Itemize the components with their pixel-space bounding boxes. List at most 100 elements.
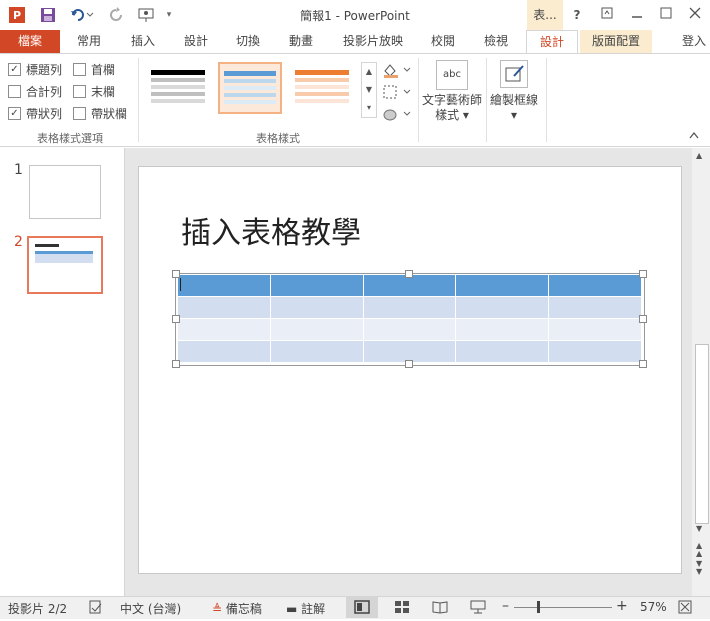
resize-handle[interactable] [639,315,647,323]
ribbon-display-options-icon[interactable] [596,6,618,24]
table-cell[interactable] [271,319,364,340]
table-cell[interactable] [271,297,364,318]
resize-handle[interactable] [405,270,413,278]
title-bar: P ▾ 簡報1 - PowerPoint 表... ? [0,0,710,30]
slide-thumbnail-1[interactable] [29,165,101,219]
table-cell[interactable] [271,341,364,362]
tab-view[interactable]: 檢視 [471,30,521,53]
table-cell[interactable] [456,319,550,340]
table-style-orange[interactable] [290,62,354,114]
table-cell[interactable] [178,341,271,362]
table-header-row[interactable] [178,275,641,297]
tab-table-layout[interactable]: 版面配置 [580,30,652,53]
zoom-out-icon[interactable]: – [502,598,509,614]
normal-view-icon[interactable] [346,597,378,618]
table-style-blue-selected[interactable] [218,62,282,114]
table-row[interactable] [178,341,641,362]
table-cell[interactable] [271,275,364,296]
help-button[interactable]: ? [566,6,588,24]
tab-home[interactable]: 常用 [64,30,114,53]
table-cell[interactable] [364,297,457,318]
slide-show-icon[interactable] [470,600,486,617]
checkbox-unchecked-icon [73,63,86,76]
zoom-slider[interactable] [514,607,612,608]
table-row[interactable] [178,319,641,341]
borders-icon[interactable] [382,84,412,100]
tab-review[interactable]: 校閱 [418,30,468,53]
tab-design[interactable]: 設計 [171,30,221,53]
table-cell[interactable] [178,297,271,318]
checkbox-last-column[interactable]: 末欄 [73,83,115,100]
table-cell[interactable] [178,319,271,340]
resize-handle[interactable] [639,270,647,278]
checkbox-unchecked-icon [73,107,86,120]
slide-thumbnail-2[interactable] [27,236,103,294]
close-icon[interactable] [684,6,706,24]
wordart-styles-button[interactable]: 文字藝術師 樣式 ▾ [420,93,484,123]
shading-icon[interactable] [382,62,412,78]
zoom-slider-thumb[interactable] [537,601,540,613]
group-separator [418,58,419,142]
scroll-down-icon[interactable]: ▼ [696,524,702,533]
wordart-icon[interactable]: abc [436,60,468,90]
table-cell[interactable] [549,341,641,362]
slide-indicator[interactable]: 投影片 2/2 [8,600,67,617]
gallery-down-icon[interactable]: ▼ [362,81,376,99]
notes-button[interactable]: ≜ 備忘稿 [212,600,262,617]
next-slide-icon[interactable]: ▼ ▼ [696,560,702,576]
comments-button[interactable]: ▬ 註解 [286,600,325,617]
zoom-in-icon[interactable]: + [616,598,628,614]
resize-handle[interactable] [172,360,180,368]
tab-animations[interactable]: 動畫 [276,30,326,53]
table-cell[interactable] [364,275,457,296]
gallery-more-icon[interactable]: ▾ [362,99,376,117]
resize-handle[interactable] [172,315,180,323]
resize-handle[interactable] [639,360,647,368]
scroll-up-icon[interactable]: ▲ [696,151,702,160]
fit-to-window-icon[interactable] [678,600,692,617]
table-cell[interactable] [549,275,641,296]
tab-table-design[interactable]: 設計 [526,30,578,54]
table-cell[interactable] [364,341,457,362]
resize-handle[interactable] [172,270,180,278]
table-style-black[interactable] [146,62,210,114]
slide-sorter-icon[interactable] [394,600,410,617]
checkbox-unchecked-icon [8,85,21,98]
table-cell[interactable] [456,275,550,296]
scroll-thumb[interactable] [695,344,709,524]
table-cell[interactable] [178,275,271,296]
table-row[interactable] [178,297,641,319]
maximize-icon[interactable] [655,6,677,24]
draw-table-icon[interactable] [500,60,528,88]
group-label-style-options: 表格樣式選項 [37,132,103,145]
table-cell[interactable] [364,319,457,340]
minimize-icon[interactable] [626,6,648,24]
table-cell[interactable] [456,341,550,362]
previous-slide-icon[interactable]: ▲ ▲ [696,542,702,558]
tab-slide-show[interactable]: 投影片放映 [335,30,411,53]
effects-icon[interactable] [382,106,412,122]
spell-check-icon[interactable] [88,600,104,617]
slide-title[interactable]: 插入表格教學 [181,208,361,252]
gallery-up-icon[interactable]: ▲ [362,63,376,81]
slide-table[interactable] [178,275,641,362]
checkbox-total-row[interactable]: 合計列 [8,83,62,100]
tab-insert[interactable]: 插入 [118,30,168,53]
table-cell[interactable] [549,297,641,318]
resize-handle[interactable] [405,360,413,368]
vertical-scrollbar[interactable]: ▲ ▼ ▲ ▲ ▼ ▼ [692,148,710,596]
collapse-ribbon-icon[interactable] [688,130,702,142]
reading-view-icon[interactable] [432,600,448,617]
tab-file[interactable]: 檔案 [0,30,60,53]
checkbox-header-row[interactable]: ✓ 標題列 [8,61,62,78]
draw-borders-button[interactable]: 繪製框線 ▾ [488,93,540,123]
sign-in-link[interactable]: 登入 [678,30,710,53]
checkbox-first-column[interactable]: 首欄 [73,61,115,78]
checkbox-banded-columns[interactable]: 帶狀欄 [73,105,127,122]
table-cell[interactable] [456,297,550,318]
checkbox-banded-rows[interactable]: ✓ 帶狀列 [8,105,62,122]
language-indicator[interactable]: 中文 (台灣) [120,600,181,617]
table-cell[interactable] [549,319,641,340]
tab-transitions[interactable]: 切換 [223,30,273,53]
zoom-level[interactable]: 57% [640,600,667,614]
